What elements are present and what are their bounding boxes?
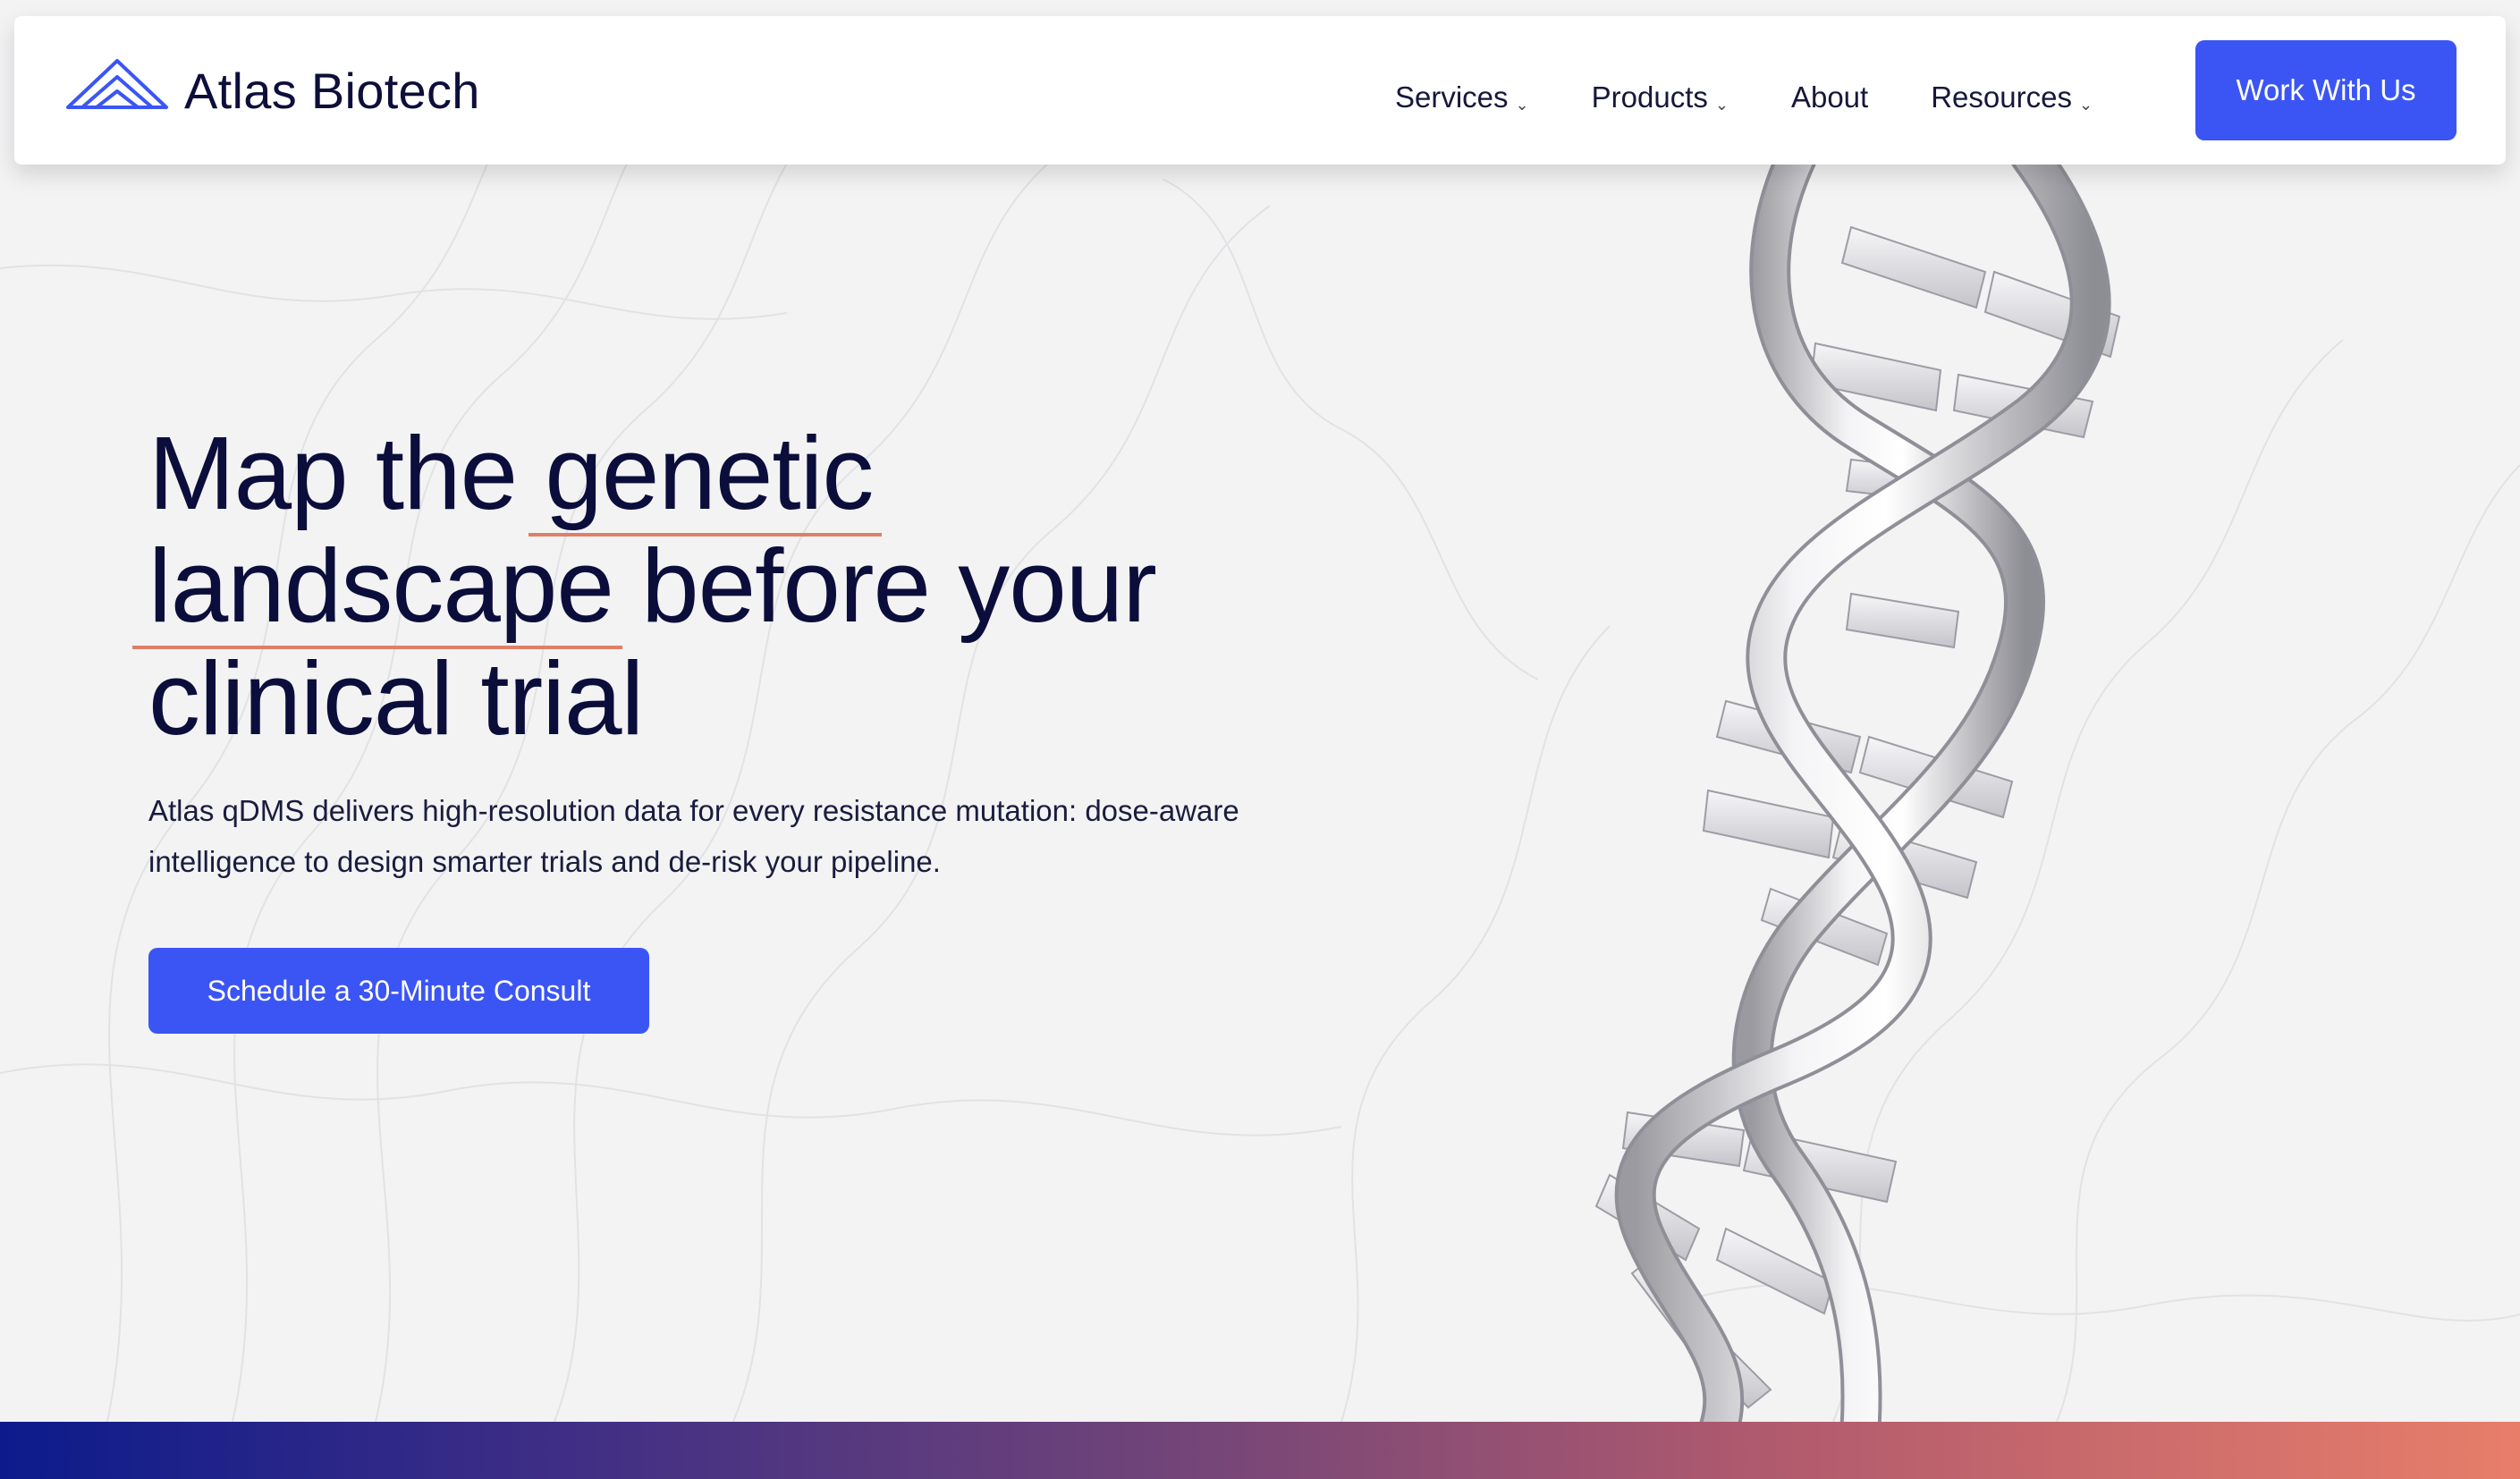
nav-products-label: Products — [1591, 80, 1708, 114]
nav-products[interactable]: Products ⌄ — [1592, 80, 1729, 114]
highlighted-word: landscape — [148, 528, 614, 644]
schedule-consult-button[interactable]: Schedule a 30-Minute Consult — [148, 948, 649, 1034]
hero-title-line-3: clinical trial — [148, 640, 644, 756]
chevron-down-icon: ⌄ — [1515, 95, 1529, 114]
hero-title-line-1: Map the genetic — [148, 417, 1400, 529]
hero-subtitle: Atlas qDMS delivers high-resolution data… — [148, 785, 1400, 887]
hero-title: Map the genetic landscape before your cl… — [148, 417, 1400, 755]
chevron-down-icon: ⌄ — [2078, 95, 2093, 114]
hero-subtitle-line-1: Atlas qDMS delivers high-resolution data… — [148, 794, 1239, 827]
triangle-logo-icon — [66, 59, 168, 109]
nav-resources[interactable]: Resources ⌄ — [1931, 80, 2093, 114]
gradient-footer-bar — [0, 1422, 2520, 1479]
nav-services[interactable]: Services ⌄ — [1395, 80, 1529, 114]
work-with-us-button[interactable]: Work With Us — [2195, 40, 2457, 140]
highlighted-word: genetic — [545, 415, 874, 531]
site-header: Atlas Biotech Services ⌄ Products ⌄ Abou… — [14, 16, 2506, 165]
nav-about[interactable]: About — [1791, 80, 1868, 114]
nav-about-label: About — [1790, 80, 1869, 114]
hero-title-text: before your — [613, 528, 1157, 644]
nav-resources-label: Resources — [1931, 80, 2072, 114]
hero-title-line-2: landscape before your — [148, 529, 1400, 642]
nav-services-label: Services — [1395, 80, 1509, 114]
hero-title-text: Map the — [148, 415, 545, 531]
brand-name: Atlas Biotech — [184, 62, 480, 119]
dna-helix-illustration — [1594, 165, 2121, 1422]
chevron-down-icon: ⌄ — [1714, 95, 1729, 114]
hero-subtitle-line-2: intelligence to design smarter trials an… — [148, 845, 941, 878]
main-nav: Services ⌄ Products ⌄ About Resources ⌄ — [1395, 80, 2155, 116]
logo[interactable]: Atlas Biotech — [63, 52, 480, 129]
